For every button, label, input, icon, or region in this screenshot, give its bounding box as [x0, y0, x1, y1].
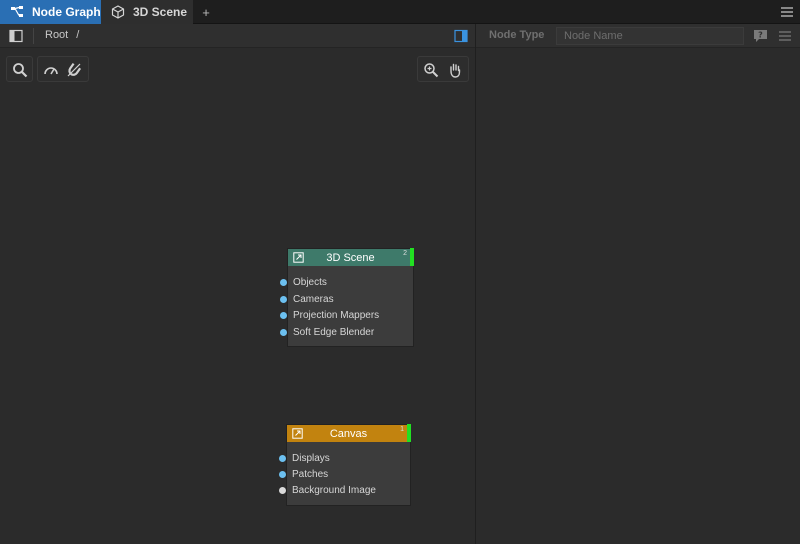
input-port[interactable]: Displays	[279, 450, 330, 466]
node-status-indicator	[407, 424, 411, 442]
tab-3d-scene[interactable]: 3D Scene	[101, 0, 193, 24]
sidebar-toggle-icon[interactable]	[9, 29, 23, 43]
graph-toolbar: Root /	[0, 24, 475, 48]
node-name-input[interactable]	[556, 27, 744, 45]
node-title: Canvas	[329, 427, 368, 440]
open-external-icon[interactable]	[292, 428, 303, 439]
port-dot[interactable]	[280, 278, 287, 286]
node-graph-panel: Root / 3D Scene 2 Objects Cameras Projec…	[0, 24, 475, 544]
node-header[interactable]: 3D Scene 2	[288, 248, 414, 266]
magnet-icon[interactable]	[66, 62, 82, 78]
tab-node-graph[interactable]: Node Graph	[0, 0, 101, 24]
port-label: Cameras	[293, 293, 334, 305]
help-icon[interactable]: ?	[753, 29, 768, 43]
toolbar-divider	[33, 28, 34, 44]
node-marker: 1	[400, 426, 404, 433]
node-marker: 2	[403, 250, 407, 257]
input-port[interactable]: Patches	[279, 466, 328, 482]
view-tool-group	[37, 56, 89, 82]
tab-bar: Node Graph 3D Scene +	[0, 0, 800, 24]
port-label: Soft Edge Blender	[293, 326, 375, 338]
port-label: Projection Mappers	[293, 309, 380, 321]
port-label: Patches	[292, 468, 329, 480]
search-tool-group	[6, 56, 33, 82]
input-port[interactable]: Cameras	[280, 291, 334, 307]
port-dot[interactable]	[279, 470, 286, 478]
port-dot[interactable]	[280, 295, 287, 303]
panel-toggle-icon[interactable]	[454, 29, 468, 43]
breadcrumb-root[interactable]: Root	[45, 29, 68, 41]
breadcrumb-separator: /	[76, 29, 80, 41]
port-dot[interactable]	[279, 486, 286, 494]
node-canvas[interactable]: Canvas 1 Displays Patches Background Ima…	[279, 424, 411, 506]
input-port[interactable]: Background Image	[279, 482, 376, 498]
zoom-in-icon[interactable]	[423, 62, 439, 78]
port-label: Objects	[293, 276, 327, 288]
port-dot[interactable]	[280, 328, 287, 336]
port-dot[interactable]	[280, 311, 287, 319]
port-dot[interactable]	[279, 454, 286, 462]
node-type-label: Node Type	[489, 29, 545, 41]
node-header[interactable]: Canvas 1	[287, 424, 411, 442]
input-port[interactable]: Projection Mappers	[280, 307, 379, 323]
graph-canvas[interactable]: 3D Scene 2 Objects Cameras Projection Ma…	[0, 49, 475, 544]
zoom-tool-group	[417, 56, 469, 82]
tab-label: Node Graph	[32, 5, 101, 19]
svg-text:?: ?	[758, 31, 763, 40]
open-external-icon[interactable]	[293, 252, 304, 263]
port-label: Displays	[292, 452, 330, 464]
search-icon[interactable]	[12, 62, 28, 78]
cube-icon	[111, 5, 125, 19]
node-status-indicator	[410, 248, 414, 266]
tab-label: 3D Scene	[133, 5, 188, 19]
breadcrumb: Root /	[45, 29, 87, 41]
input-port[interactable]: Soft Edge Blender	[280, 324, 374, 340]
inspector-toolbar: Node Type ?	[476, 24, 800, 48]
node-graph-icon	[11, 6, 23, 17]
speedometer-icon[interactable]	[43, 62, 59, 78]
inspector-panel: Node Type ?	[476, 24, 800, 544]
node-title: 3D Scene	[326, 251, 375, 264]
input-port[interactable]: Objects	[280, 274, 327, 290]
port-label: Background Image	[292, 484, 376, 496]
add-tab-button[interactable]: +	[197, 0, 215, 24]
hamburger-menu-icon[interactable]	[778, 29, 792, 43]
hamburger-menu-icon[interactable]	[780, 5, 794, 19]
pan-hand-icon[interactable]	[447, 62, 463, 78]
node-3d-scene[interactable]: 3D Scene 2 Objects Cameras Projection Ma…	[280, 248, 414, 347]
